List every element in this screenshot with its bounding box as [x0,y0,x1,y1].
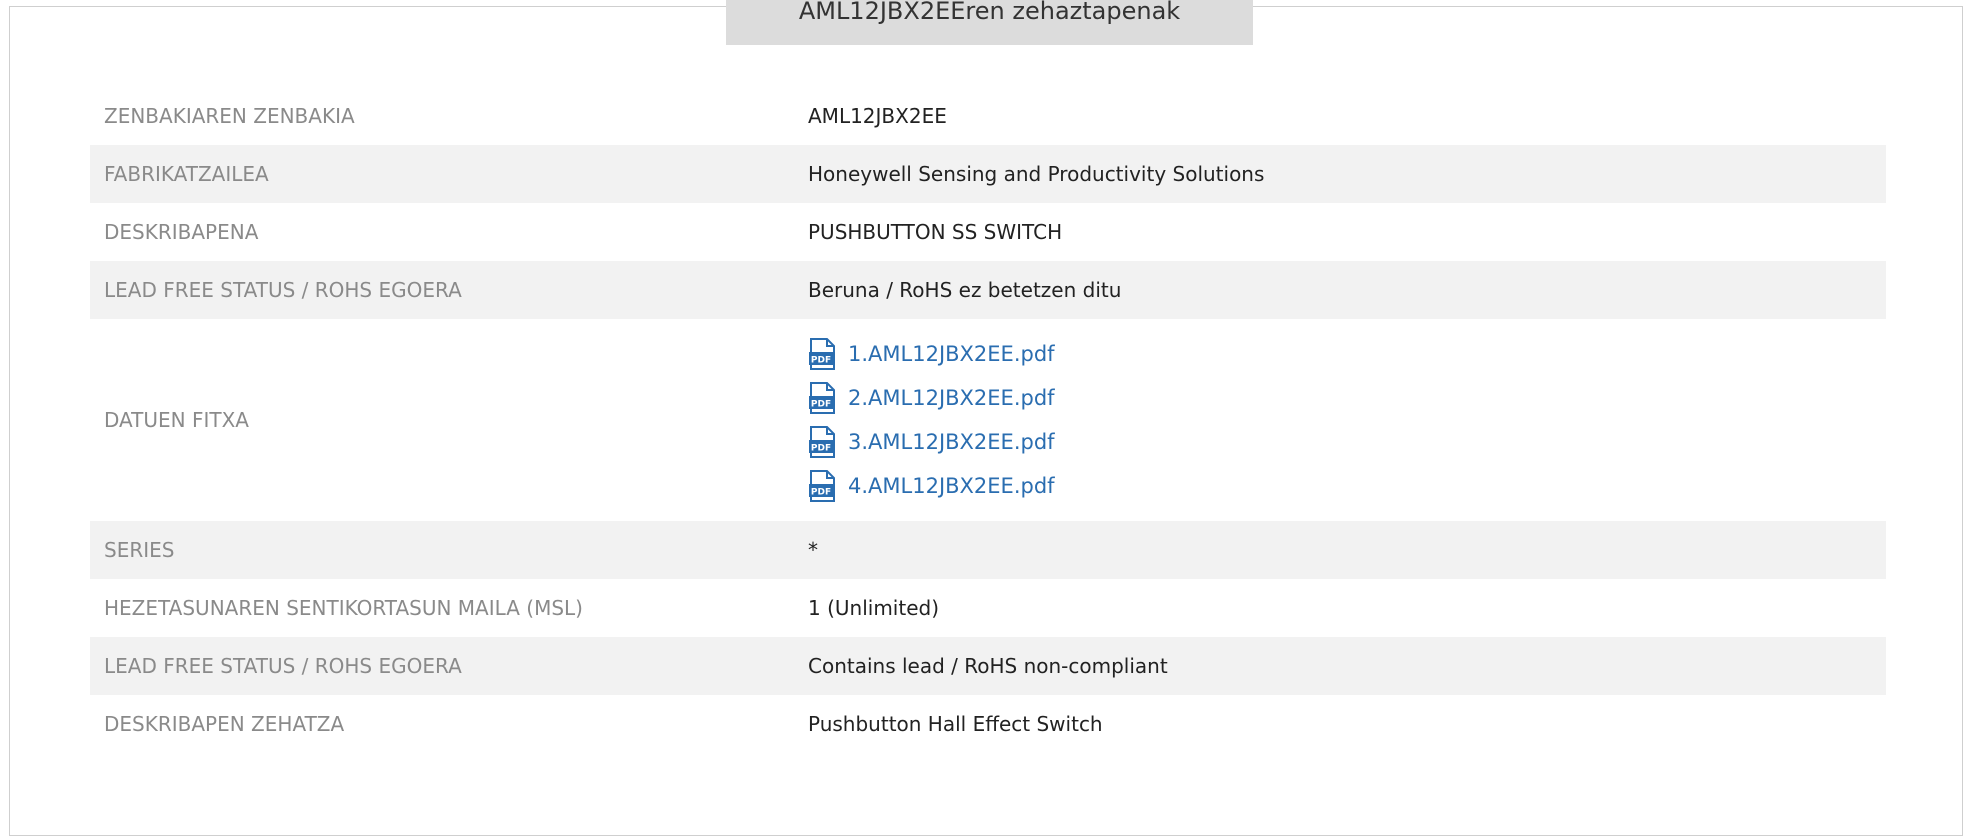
pdf-file-icon[interactable]: PDF [808,470,836,502]
spec-row-part-number: ZENBAKIAREN ZENBAKIA AML12JBX2EE [90,87,1886,145]
svg-text:PDF: PDF [811,444,831,454]
datasheet-link[interactable]: 2.AML12JBX2EE.pdf [848,386,1055,410]
datasheet-link[interactable]: 3.AML12JBX2EE.pdf [848,430,1055,454]
spec-label: DESKRIBAPENA [104,220,259,244]
spec-row-detailed-description: DESKRIBAPEN ZEHATZA Pushbutton Hall Effe… [90,695,1886,753]
spec-label: HEZETASUNAREN SENTIKORTASUN MAILA (MSL) [104,596,583,620]
panel-title-tab: AML12JBX2EEren zehaztapenak [726,0,1253,45]
spec-label: DATUEN FITXA [104,408,249,432]
spec-value: PUSHBUTTON SS SWITCH [808,220,1063,244]
svg-text:PDF: PDF [811,400,831,410]
spec-label: FABRIKATZAILEA [104,162,269,186]
svg-text:PDF: PDF [811,488,831,498]
spec-label: DESKRIBAPEN ZEHATZA [104,712,345,736]
datasheet-item: PDF 3.AML12JBX2EE.pdf [808,420,1886,464]
spec-label: LEAD FREE STATUS / ROHS EGOERA [104,278,462,302]
spec-value: Honeywell Sensing and Productivity Solut… [808,162,1265,186]
page-title: AML12JBX2EEren zehaztapenak [798,0,1181,25]
specifications-table: ZENBAKIAREN ZENBAKIA AML12JBX2EE FABRIKA… [90,87,1886,753]
datasheet-item: PDF 1.AML12JBX2EE.pdf [808,332,1886,376]
datasheet-item: PDF 2.AML12JBX2EE.pdf [808,376,1886,420]
spec-value: * [808,538,818,562]
datasheet-link[interactable]: 4.AML12JBX2EE.pdf [848,474,1055,498]
spec-row-datasheet: DATUEN FITXA PDF 1.AML12JBX2EE.pdf PDF 2… [90,319,1886,521]
datasheet-item: PDF 4.AML12JBX2EE.pdf [808,464,1886,508]
pdf-file-icon[interactable]: PDF [808,382,836,414]
spec-value: Contains lead / RoHS non-compliant [808,654,1168,678]
pdf-file-icon[interactable]: PDF [808,338,836,370]
spec-label: SERIES [104,538,175,562]
spec-label: ZENBAKIAREN ZENBAKIA [104,104,355,128]
spec-row-description: DESKRIBAPENA PUSHBUTTON SS SWITCH [90,203,1886,261]
spec-row-rohs-status-2: LEAD FREE STATUS / ROHS EGOERA Contains … [90,637,1886,695]
spec-value: 1 (Unlimited) [808,596,939,620]
spec-label: LEAD FREE STATUS / ROHS EGOERA [104,654,462,678]
spec-value: Beruna / RoHS ez betetzen ditu [808,278,1122,302]
datasheet-link[interactable]: 1.AML12JBX2EE.pdf [848,342,1055,366]
spec-value: Pushbutton Hall Effect Switch [808,712,1103,736]
spec-row-msl: HEZETASUNAREN SENTIKORTASUN MAILA (MSL) … [90,579,1886,637]
pdf-file-icon[interactable]: PDF [808,426,836,458]
svg-text:PDF: PDF [811,356,831,366]
datasheet-list: PDF 1.AML12JBX2EE.pdf PDF 2.AML12JBX2EE.… [808,319,1886,521]
spec-value: AML12JBX2EE [808,104,947,128]
spec-row-manufacturer: FABRIKATZAILEA Honeywell Sensing and Pro… [90,145,1886,203]
spec-row-rohs-status: LEAD FREE STATUS / ROHS EGOERA Beruna / … [90,261,1886,319]
spec-row-series: SERIES * [90,521,1886,579]
